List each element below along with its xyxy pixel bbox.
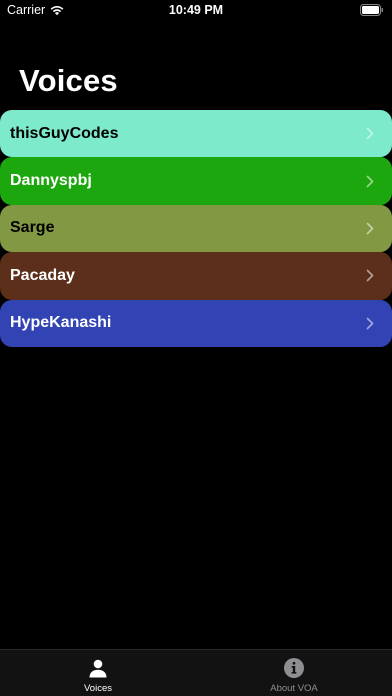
voice-name: Dannyspbj — [10, 172, 92, 190]
info-circle-icon — [284, 658, 304, 678]
person-icon — [89, 659, 107, 678]
voice-row-thisguycodes[interactable]: thisGuyCodes — [0, 110, 392, 158]
battery-icon — [360, 4, 383, 16]
voice-name: thisGuyCodes — [10, 124, 119, 142]
chevron-right-icon — [366, 317, 374, 330]
tab-bar: Voices About VOA — [0, 649, 392, 696]
status-bar: Carrier 10:49 PM — [0, 0, 392, 22]
voice-row-sarge[interactable]: Sarge — [0, 204, 392, 253]
voice-name: Sarge — [10, 219, 55, 237]
voice-row-pacaday[interactable]: Pacaday — [0, 252, 392, 300]
page-title: Voices — [19, 63, 118, 98]
voice-name: Pacaday — [10, 266, 75, 284]
chevron-right-icon — [366, 127, 374, 140]
chevron-right-icon — [366, 270, 374, 282]
tab-label: Voices — [84, 683, 112, 694]
chevron-right-icon — [366, 175, 374, 187]
status-time: 10:49 PM — [168, 3, 224, 17]
voices-list: thisGuyCodes Dannyspbj Sarge Pacaday Hyp… — [0, 110, 392, 347]
tab-voices[interactable]: Voices — [0, 650, 196, 696]
tab-about-voa[interactable]: About VOA — [196, 650, 392, 696]
voice-row-hypekanashi[interactable]: HypeKanashi — [0, 299, 392, 347]
voice-name: HypeKanashi — [10, 314, 112, 332]
tab-label: About VOA — [270, 683, 318, 694]
voice-row-dannyspbj[interactable]: Dannyspbj — [0, 157, 392, 205]
chevron-right-icon — [366, 222, 374, 235]
